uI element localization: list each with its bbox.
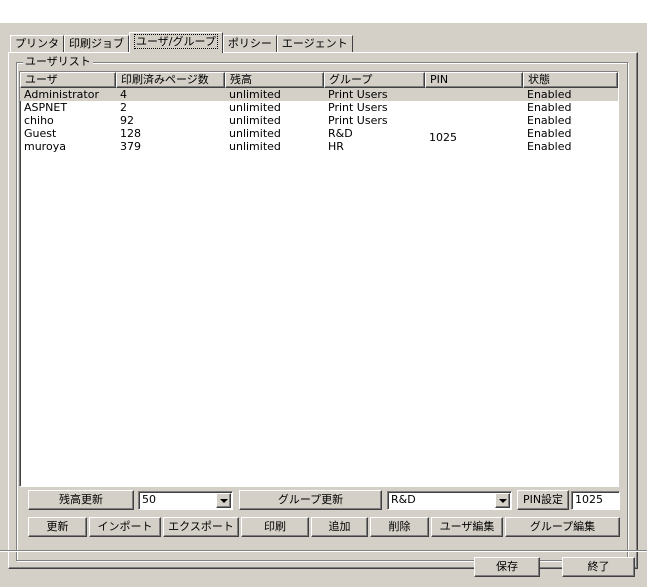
table-row[interactable]: muroya 379 unlimited HR Enabled — [20, 140, 618, 153]
cell-group: HR — [328, 140, 344, 153]
cell-pin — [425, 88, 523, 101]
cell-pin — [425, 114, 523, 127]
export-button[interactable]: エクスポート — [163, 517, 239, 537]
list-header: ユーザ 印刷済みページ数 残高 グループ PIN 状態 — [20, 72, 618, 88]
column-header-pages[interactable]: 印刷済みページ数 — [116, 72, 225, 88]
cell-balance: unlimited — [229, 88, 281, 101]
column-header-pin[interactable]: PIN — [425, 72, 523, 88]
group-update-button[interactable]: グループ更新 — [239, 490, 382, 510]
cell-group: R&D — [328, 127, 353, 140]
tab-printer[interactable]: プリンタ — [10, 35, 64, 53]
cell-status: Enabled — [527, 127, 572, 140]
save-button[interactable]: 保存 — [474, 557, 540, 577]
tab-agent[interactable]: エージェント — [276, 35, 353, 53]
cell-group: Print Users — [328, 114, 388, 127]
tab-label: プリンタ — [15, 37, 59, 50]
chevron-down-icon[interactable] — [216, 493, 231, 508]
cell-pin: 1025 — [429, 131, 457, 144]
tab-label: ポリシー — [227, 37, 272, 50]
cell-pages: 128 — [120, 127, 141, 140]
cell-status: Enabled — [527, 114, 572, 127]
user-list-view[interactable]: ユーザ 印刷済みページ数 残高 グループ PIN 状態 Administrato… — [19, 71, 619, 487]
table-row[interactable]: Guest 128 unlimited R&D 1025 Enabled — [20, 127, 618, 144]
table-row[interactable]: chiho 92 unlimited Print Users Enabled — [20, 114, 618, 127]
cell-pages: 2 — [120, 101, 127, 114]
add-button[interactable]: 追加 — [311, 517, 368, 537]
cell-group: Print Users — [328, 101, 388, 114]
cell-balance: unlimited — [229, 140, 281, 153]
cell-user: muroya — [24, 140, 66, 153]
column-header-group[interactable]: グループ — [324, 72, 425, 88]
balance-combo[interactable]: 50 — [138, 491, 233, 510]
cell-group: Print Users — [328, 88, 388, 101]
chevron-down-icon[interactable] — [495, 493, 510, 508]
cell-balance: unlimited — [229, 127, 281, 140]
table-row[interactable]: ASPNET 2 unlimited Print Users Enabled — [20, 101, 618, 114]
cell-balance: unlimited — [229, 114, 281, 127]
cell-status: Enabled — [527, 101, 572, 114]
refresh-button[interactable]: 更新 — [28, 517, 87, 537]
column-header-status[interactable]: 状態 — [523, 72, 618, 88]
group-combo[interactable]: R&D — [387, 491, 512, 510]
pin-set-button[interactable]: PIN設定 — [517, 490, 569, 510]
cell-status: Enabled — [527, 88, 572, 101]
import-button[interactable]: インポート — [89, 517, 161, 537]
print-button[interactable]: 印刷 — [241, 517, 309, 537]
tab-strip: プリンタ 印刷ジョブ ユーザ/グループ ポリシー エージェント — [10, 31, 353, 53]
balance-update-button[interactable]: 残高更新 — [28, 490, 134, 510]
dialog-window: プリンタ 印刷ジョブ ユーザ/グループ ポリシー エージェント ユーザリスト ユ… — [0, 22, 647, 587]
cell-user: chiho — [24, 114, 54, 127]
column-header-balance[interactable]: 残高 — [225, 72, 324, 88]
cell-user: Guest — [24, 127, 57, 140]
user-list-title: ユーザリスト — [23, 55, 93, 69]
tab-users-groups[interactable]: ユーザ/グループ — [129, 32, 223, 53]
balance-combo-value: 50 — [142, 493, 156, 506]
tab-label: エージェント — [281, 37, 348, 50]
delete-button[interactable]: 削除 — [370, 517, 429, 537]
edit-user-button[interactable]: ユーザ編集 — [431, 517, 503, 537]
tab-label: ユーザ/グループ — [134, 34, 218, 49]
footer-divider — [0, 550, 647, 552]
cell-user: Administrator — [24, 88, 99, 101]
cell-pages: 4 — [120, 88, 127, 101]
cell-pages: 379 — [120, 140, 141, 153]
cell-pin — [425, 101, 523, 114]
cell-pages: 92 — [120, 114, 134, 127]
tab-label: 印刷ジョブ — [69, 37, 124, 50]
group-combo-value: R&D — [391, 493, 416, 506]
column-header-user[interactable]: ユーザ — [20, 72, 116, 88]
pin-input[interactable]: 1025 — [571, 491, 620, 510]
cell-balance: unlimited — [229, 101, 281, 114]
cell-status: Enabled — [527, 140, 572, 153]
edit-group-button[interactable]: グループ編集 — [505, 517, 620, 537]
list-body: Administrator 4 unlimited Print Users Enable… — [20, 88, 618, 153]
tab-print-jobs[interactable]: 印刷ジョブ — [64, 35, 129, 53]
cell-user: ASPNET — [24, 101, 68, 114]
exit-button[interactable]: 終了 — [562, 557, 635, 577]
tab-policy[interactable]: ポリシー — [222, 35, 277, 53]
table-row[interactable]: Administrator 4 unlimited Print Users Enable… — [20, 88, 618, 101]
